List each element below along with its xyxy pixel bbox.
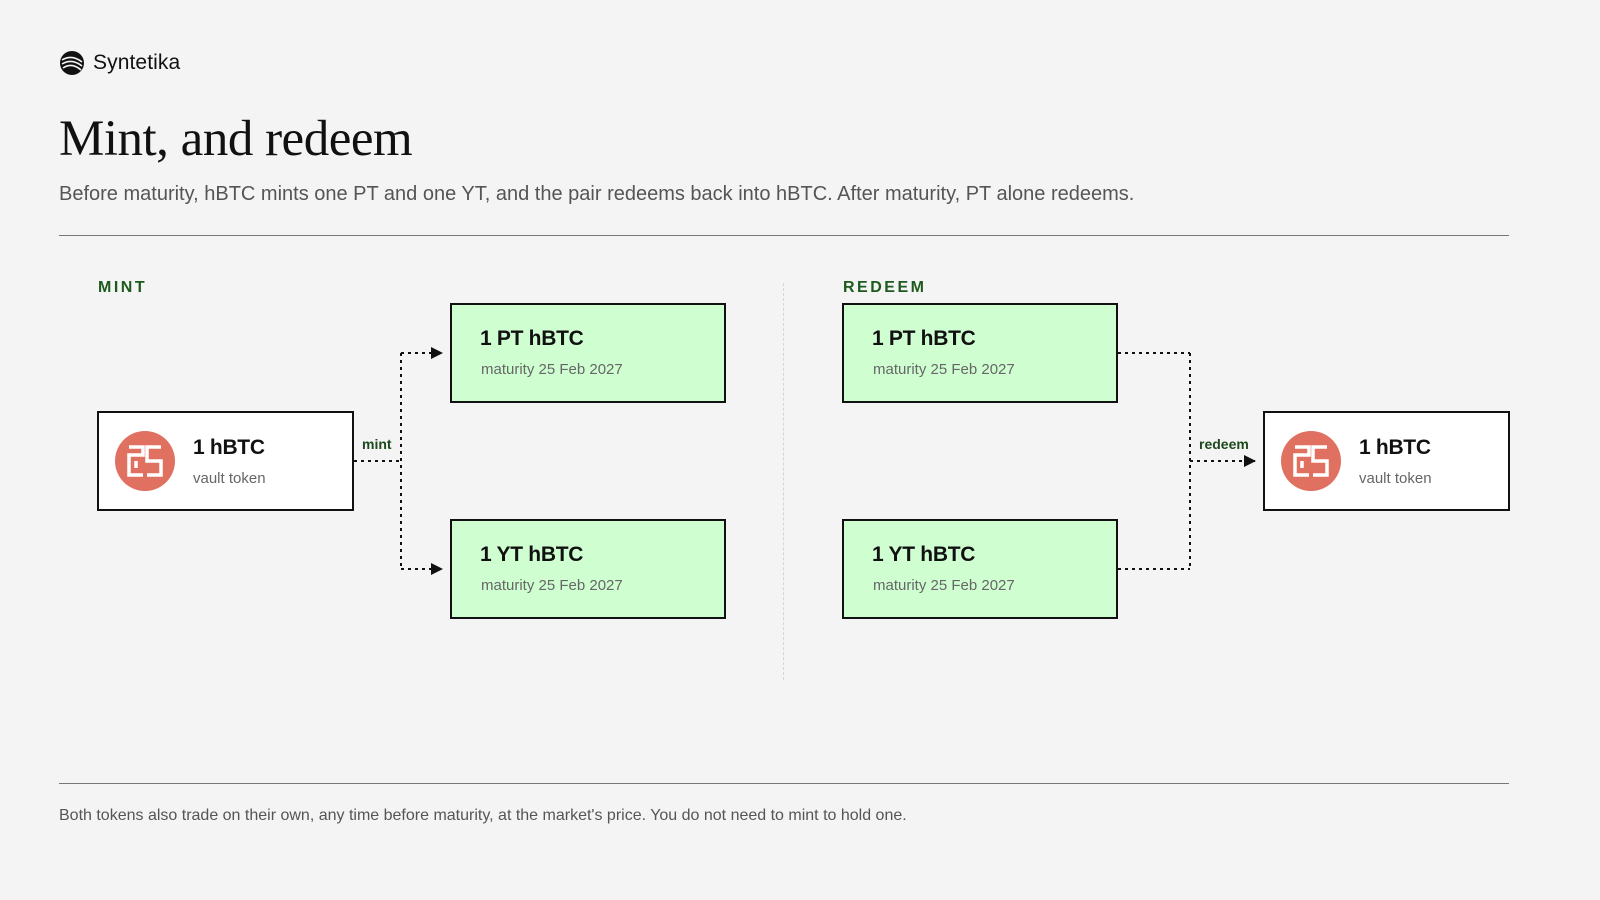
mint-input-card: 1 hBTC vault token [97,411,354,511]
redeem-section-label: REDEEM [843,279,927,296]
mint-output-yt-card: 1 YT hBTC maturity 25 Feb 2027 [450,519,726,619]
redeem-input-yt-maturity: maturity 25 Feb 2027 [873,577,1015,594]
mint-output-pt-title: 1 PT hBTC [480,327,584,350]
redeem-output-card: 1 hBTC vault token [1263,411,1510,511]
mint-section-label: MINT [98,279,148,296]
mint-edge-label: mint [362,436,392,452]
brand: Syntetika [59,50,180,76]
mint-output-yt-title: 1 YT hBTC [480,543,584,566]
redeem-output-subtitle: vault token [1359,470,1432,487]
redeem-edge-label: redeem [1199,436,1249,452]
brand-name: Syntetika [93,51,181,74]
redeem-input-pt-maturity: maturity 25 Feb 2027 [873,361,1015,378]
footer-note: Both tokens also trade on their own, any… [59,807,907,824]
redeem-output-title: 1 hBTC [1359,436,1431,459]
mint-output-pt-card: 1 PT hBTC maturity 25 Feb 2027 [450,303,726,403]
mint-output-pt-maturity: maturity 25 Feb 2027 [481,361,623,378]
redeem-input-pt-card: 1 PT hBTC maturity 25 Feb 2027 [842,303,1118,403]
page-subtitle: Before maturity, hBTC mints one PT and o… [59,183,1135,205]
mint-output-yt-maturity: maturity 25 Feb 2027 [481,577,623,594]
syntetika-logo-icon [60,51,84,75]
page-title: Mint, and redeem [59,111,413,167]
section-divider [783,283,784,680]
vault-token-icon [1281,431,1341,491]
mint-input-title: 1 hBTC [193,436,265,459]
redeem-input-pt-title: 1 PT hBTC [872,327,976,350]
redeem-input-yt-card: 1 YT hBTC maturity 25 Feb 2027 [842,519,1118,619]
header-divider [59,235,1509,236]
mint-input-subtitle: vault token [193,470,266,487]
redeem-input-yt-title: 1 YT hBTC [872,543,976,566]
footer-divider [59,783,1509,784]
vault-token-icon [115,431,175,491]
